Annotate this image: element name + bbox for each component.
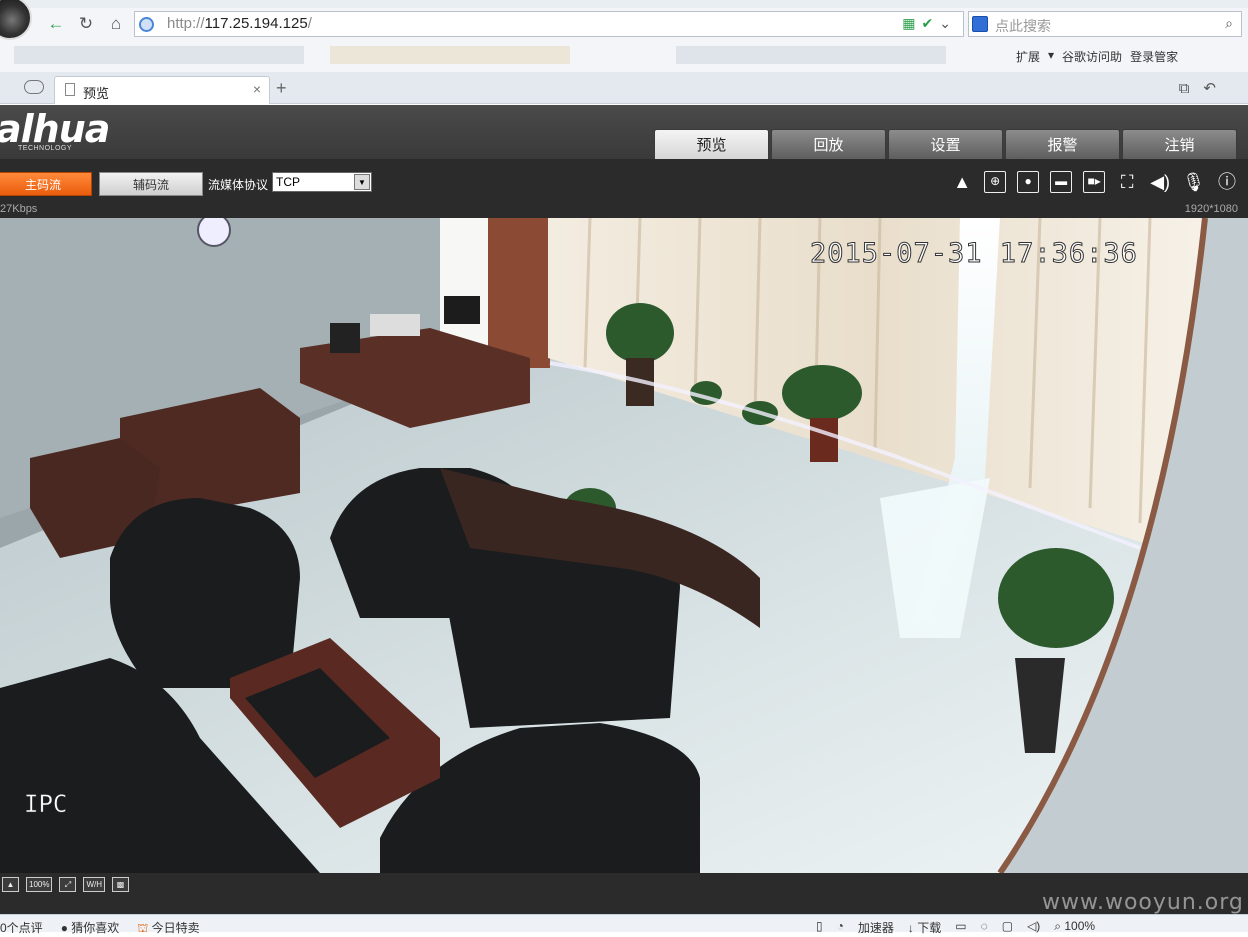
live-toolbar: 主码流 辅码流 流媒体协议 TCP ▼ ▲ ⊕ ● ▬ ■▸ ⛶ ◀) 🎙 ⓘ (0, 159, 1248, 201)
blurred-bookmarks (676, 46, 946, 64)
back-arrow-icon[interactable]: ← (44, 12, 68, 36)
comments-count[interactable]: 0个点评 (0, 919, 43, 937)
bitrate-readout: 27Kbps (0, 203, 38, 215)
extensions-button[interactable]: 扩展 (1016, 48, 1040, 65)
tab-alarm[interactable]: 报警 (1005, 129, 1120, 159)
help-icon[interactable]: ⓘ (1216, 171, 1238, 193)
stretch-icon[interactable]: ▩ (112, 877, 130, 892)
refresh-icon[interactable]: ↻ (74, 12, 98, 36)
tab-preview[interactable]: 预览 × (54, 76, 270, 104)
history-icon[interactable]: ◌ (981, 919, 988, 936)
phone-icon[interactable]: ▯ (816, 919, 823, 936)
camera-image (0, 218, 1248, 873)
search-input[interactable]: 点此搜索 (995, 16, 1051, 36)
blurred-bookmarks (330, 46, 570, 64)
close-icon[interactable]: × (253, 81, 261, 97)
new-tab-button[interactable]: + (276, 78, 287, 99)
aspect-ratio-button[interactable]: W/H (83, 877, 106, 892)
login-manager[interactable]: 登录管家 (1130, 48, 1178, 65)
watermark-text: www.wooyun.org (1042, 890, 1244, 915)
brand-logo-sub: TECHNOLOGY (18, 145, 73, 152)
app-header: alhua TECHNOLOGY 预览 回放 设置 报警 注销 (0, 105, 1248, 159)
address-bar-tool-icons[interactable]: ▦✔⌄ (902, 15, 957, 32)
home-icon[interactable]: ⌂ (104, 12, 128, 36)
google-access-helper[interactable]: 谷歌访问助 (1062, 48, 1122, 65)
search-icon[interactable]: ⌕ (1225, 15, 1233, 32)
zoom-level[interactable]: ⌕ 100% (1054, 919, 1095, 936)
tab-logout[interactable]: 注销 (1122, 129, 1237, 159)
fullscreen-icon[interactable]: ⛶ (1116, 171, 1138, 193)
protocol-value: TCP (276, 175, 300, 189)
screenshot-icon[interactable]: ▢ (1002, 919, 1013, 936)
globe-icon (139, 17, 154, 32)
main-nav-tabs: 预览 回放 设置 报警 注销 (654, 129, 1237, 159)
bookmarks-bar: 扩展 ▾ 谷歌访问助 登录管家 (0, 40, 1248, 72)
status-right-items: ▯ ◔ 加速器 ↓ 下载 ▭ ◌ ▢ ◁) ⌕ 100% (816, 919, 1095, 936)
record-icon[interactable]: ▬ (1050, 171, 1073, 193)
browser-status-bar: 0个点评 ● 猜你喜欢 ⛫ 今日特卖 ▯ ◔ 加速器 ↓ 下载 ▭ ◌ ▢ ◁)… (0, 914, 1248, 935)
search-engine-icon[interactable] (972, 16, 988, 32)
protocol-select[interactable]: TCP ▼ (272, 172, 372, 192)
speed-icon[interactable]: ◔ (837, 919, 844, 936)
ptz-icon[interactable]: ▲ (2, 877, 19, 892)
cloud-icon[interactable] (24, 80, 44, 94)
main-stream-button[interactable]: 主码流 (0, 172, 92, 196)
address-bar[interactable]: http://117.25.194.125/ ▦✔⌄ (134, 11, 964, 37)
browser-nav-bar: ← ↻ ⌂ http://117.25.194.125/ ▦✔⌄ 点此搜索 ⌕ (0, 0, 1248, 40)
status-left-items: 0个点评 ● 猜你喜欢 ⛫ 今日特卖 (0, 919, 200, 937)
zoom-100-button[interactable]: 100% (26, 877, 53, 892)
stream-info-bar: 27Kbps 1920*1080 (0, 201, 1248, 218)
tab-title: 预览 (83, 86, 110, 101)
resolution-readout: 1920*1080 (1184, 203, 1238, 215)
user-avatar[interactable] (0, 0, 32, 40)
window-icon[interactable]: ▭ (955, 919, 966, 936)
accelerator-button[interactable]: 加速器 (858, 919, 894, 936)
zoom-region-icon[interactable]: ⊕ (984, 171, 1007, 193)
video-icon[interactable]: ■▸ (1083, 171, 1106, 193)
blurred-bookmarks (14, 46, 304, 64)
download-button[interactable]: ↓ 下载 (908, 919, 941, 936)
alarm-bell-icon[interactable]: ▲ (951, 171, 973, 193)
osd-timestamp: 2015-07-31 17:36:36 (810, 238, 1138, 270)
extensions-area: 扩展 ▾ 谷歌访问助 登录管家 (1016, 48, 1178, 65)
tab-settings[interactable]: 设置 (888, 129, 1003, 159)
volume-icon[interactable]: ◀) (1149, 171, 1171, 193)
osd-channel-name: IPC (24, 790, 68, 819)
chevron-down-icon[interactable]: ▼ (354, 174, 370, 190)
browser-tab-bar: 预览 × + ⧉↶ (0, 72, 1248, 104)
protocol-label: 流媒体协议 (208, 178, 269, 192)
snapshot-icon[interactable]: ● (1017, 171, 1040, 193)
url-text[interactable]: http://117.25.194.125/ (167, 15, 312, 32)
extensions-dropdown-icon[interactable]: ▾ (1048, 48, 1054, 65)
tab-preview-main[interactable]: 预览 (654, 129, 769, 159)
tab-playback[interactable]: 回放 (771, 129, 886, 159)
browser-top-strip (0, 0, 1248, 8)
video-control-icons: ▲ 100% ⤢ W/H ▩ (2, 877, 130, 892)
daily-deals[interactable]: ⛫ 今日特卖 (137, 919, 199, 937)
tab-bar-tool-icons[interactable]: ⧉↶ (1179, 79, 1230, 97)
live-video-view[interactable]: 2015-07-31 17:36:36 IPC (0, 218, 1248, 873)
sound-icon[interactable]: ◁) (1027, 919, 1040, 936)
sub-stream-button[interactable]: 辅码流 (99, 172, 203, 196)
search-box[interactable]: 点此搜索 ⌕ (968, 11, 1242, 37)
fit-window-icon[interactable]: ⤢ (59, 877, 77, 892)
live-tool-icons: ▲ ⊕ ● ▬ ■▸ ⛶ ◀) 🎙 ⓘ (951, 171, 1238, 193)
page-icon (65, 83, 75, 96)
microphone-icon[interactable]: 🎙 (1182, 171, 1205, 193)
guess-you-like[interactable]: ● 猜你喜欢 (61, 919, 120, 937)
